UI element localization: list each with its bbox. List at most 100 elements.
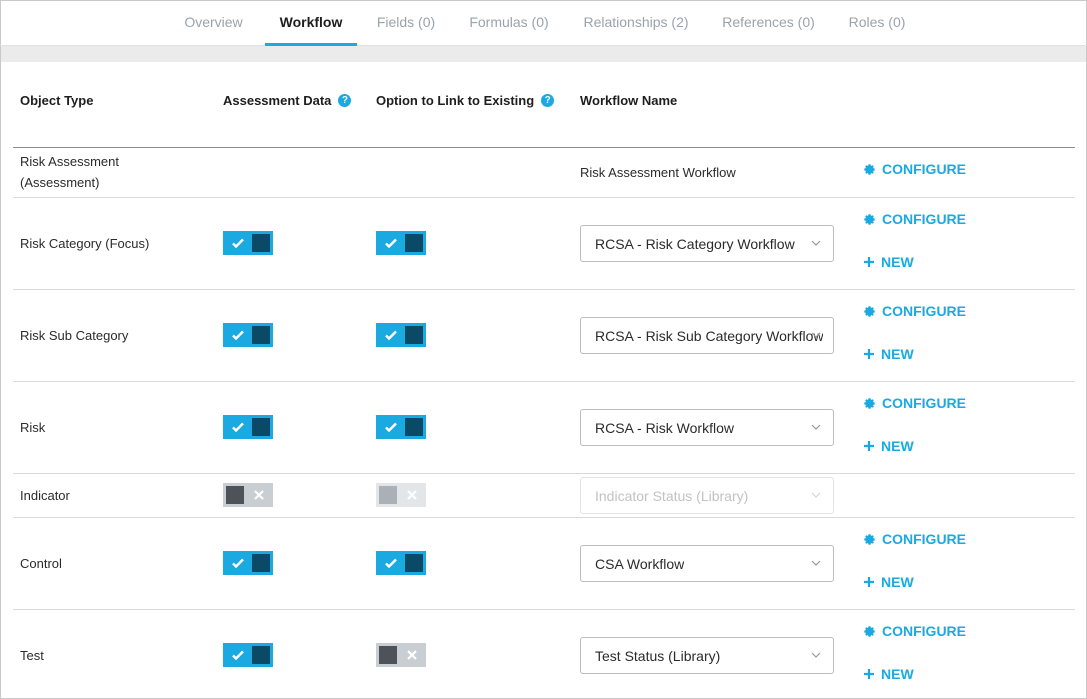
gear-icon <box>864 533 875 545</box>
header-assessment-data-label: Assessment Data <box>223 93 332 108</box>
assessment-data-toggle[interactable] <box>223 483 273 507</box>
header-workflow-name: Workflow Name <box>580 93 677 108</box>
new-label: NEW <box>881 438 914 454</box>
object-type-label: Risk Assessment (Assessment) <box>20 154 119 190</box>
configure-label: CONFIGURE <box>882 623 966 639</box>
object-type-label: Test <box>20 648 44 663</box>
workflow-select[interactable]: RCSA - Risk Sub Category Workflow <box>580 317 834 354</box>
gear-icon <box>864 397 875 409</box>
toolbar-strip <box>1 46 1086 62</box>
workflow-select: Indicator Status (Library) <box>580 477 834 514</box>
header-object-type: Object Type <box>20 93 93 108</box>
check-icon <box>385 330 397 341</box>
object-type-label: Risk <box>20 420 46 435</box>
new-label: NEW <box>881 666 914 682</box>
workflow-select-value: Test Status (Library) <box>595 647 721 664</box>
check-icon <box>385 238 397 249</box>
new-button[interactable]: NEW <box>863 666 914 682</box>
configure-button[interactable]: CONFIGURE <box>863 161 966 177</box>
plus-icon <box>864 257 874 267</box>
plus-icon <box>864 577 874 587</box>
assessment-data-toggle[interactable] <box>223 551 273 575</box>
link-existing-toggle <box>376 483 426 507</box>
workflow-select-value: RCSA - Risk Workflow <box>595 419 734 436</box>
check-icon <box>385 422 397 433</box>
workflow-select[interactable]: CSA Workflow <box>580 545 834 582</box>
tab-relationships[interactable]: Relationships (2) <box>572 0 700 46</box>
plus-icon <box>864 669 874 679</box>
configure-label: CONFIGURE <box>882 303 966 319</box>
workflow-select[interactable]: Test Status (Library) <box>580 637 834 674</box>
assessment-data-toggle[interactable] <box>223 231 273 255</box>
chevron-down-icon <box>811 560 821 566</box>
toggle-knob <box>252 418 270 436</box>
chevron-down-icon <box>811 424 821 430</box>
configure-label: CONFIGURE <box>882 395 966 411</box>
new-button[interactable]: NEW <box>863 438 914 454</box>
new-button[interactable]: NEW <box>863 346 914 362</box>
plus-icon <box>864 441 874 451</box>
new-button[interactable]: NEW <box>863 574 914 590</box>
tab-overview[interactable]: Overview <box>168 0 259 46</box>
assessment-data-toggle[interactable] <box>223 643 273 667</box>
header-assessment-data: Assessment Data ? <box>223 93 352 108</box>
link-existing-toggle[interactable] <box>376 551 426 575</box>
help-icon[interactable]: ? <box>338 94 352 107</box>
link-existing-toggle[interactable] <box>376 643 426 667</box>
workflow-select-value: CSA Workflow <box>595 555 685 572</box>
x-icon <box>407 490 417 500</box>
toggle-knob <box>405 234 423 252</box>
check-icon <box>232 422 244 433</box>
gear-icon <box>864 213 875 225</box>
object-type-label: Risk Sub Category <box>20 328 129 343</box>
row-divider <box>13 609 1075 610</box>
tab-fields[interactable]: Fields (0) <box>365 0 447 46</box>
object-type-label: Risk Category (Focus) <box>20 236 150 251</box>
tab-workflow[interactable]: Workflow <box>265 0 357 46</box>
toggle-knob <box>252 646 270 664</box>
row-divider <box>13 289 1075 290</box>
workflow-select-value: RCSA - Risk Sub Category Workflow <box>595 327 824 344</box>
toggle-knob <box>405 554 423 572</box>
check-icon <box>232 330 244 341</box>
workflow-select-value: RCSA - Risk Category Workflow <box>595 235 795 252</box>
chevron-down-icon <box>811 492 821 498</box>
toggle-knob <box>405 418 423 436</box>
header-option-to-link: Option to Link to Existing ? <box>376 93 555 108</box>
configure-button[interactable]: CONFIGURE <box>863 303 966 319</box>
workflow-select[interactable]: RCSA - Risk Category Workflow <box>580 225 834 262</box>
assessment-data-toggle[interactable] <box>223 415 273 439</box>
tab-references[interactable]: References (0) <box>712 0 825 46</box>
x-icon <box>407 650 417 660</box>
object-type-label: Indicator <box>20 488 70 503</box>
workflow-name-text: Risk Assessment Workflow <box>580 165 736 180</box>
configure-button[interactable]: CONFIGURE <box>863 531 966 547</box>
header-workflow-name-label: Workflow Name <box>580 93 678 108</box>
configure-button[interactable]: CONFIGURE <box>863 395 966 411</box>
new-label: NEW <box>881 254 914 270</box>
link-existing-toggle[interactable] <box>376 231 426 255</box>
tab-roles[interactable]: Roles (0) <box>837 0 917 46</box>
gear-icon <box>864 305 875 317</box>
toggle-knob <box>379 646 397 664</box>
toggle-knob <box>405 326 423 344</box>
help-icon[interactable]: ? <box>541 94 555 107</box>
row-divider <box>13 473 1075 474</box>
row-divider <box>13 517 1075 518</box>
tab-formulas[interactable]: Formulas (0) <box>458 0 560 46</box>
assessment-data-toggle[interactable] <box>223 323 273 347</box>
configure-button[interactable]: CONFIGURE <box>863 211 966 227</box>
new-label: NEW <box>881 346 914 362</box>
new-button[interactable]: NEW <box>863 254 914 270</box>
check-icon <box>385 558 397 569</box>
configure-button[interactable]: CONFIGURE <box>863 623 966 639</box>
row-divider <box>13 197 1075 198</box>
link-existing-toggle[interactable] <box>376 323 426 347</box>
workflow-select[interactable]: RCSA - Risk Workflow <box>580 409 834 446</box>
new-label: NEW <box>881 574 914 590</box>
chevron-down-icon <box>811 332 821 338</box>
header-object-type-label: Object Type <box>20 93 94 108</box>
link-existing-toggle[interactable] <box>376 415 426 439</box>
plus-icon <box>864 349 874 359</box>
header-divider <box>13 147 1075 148</box>
